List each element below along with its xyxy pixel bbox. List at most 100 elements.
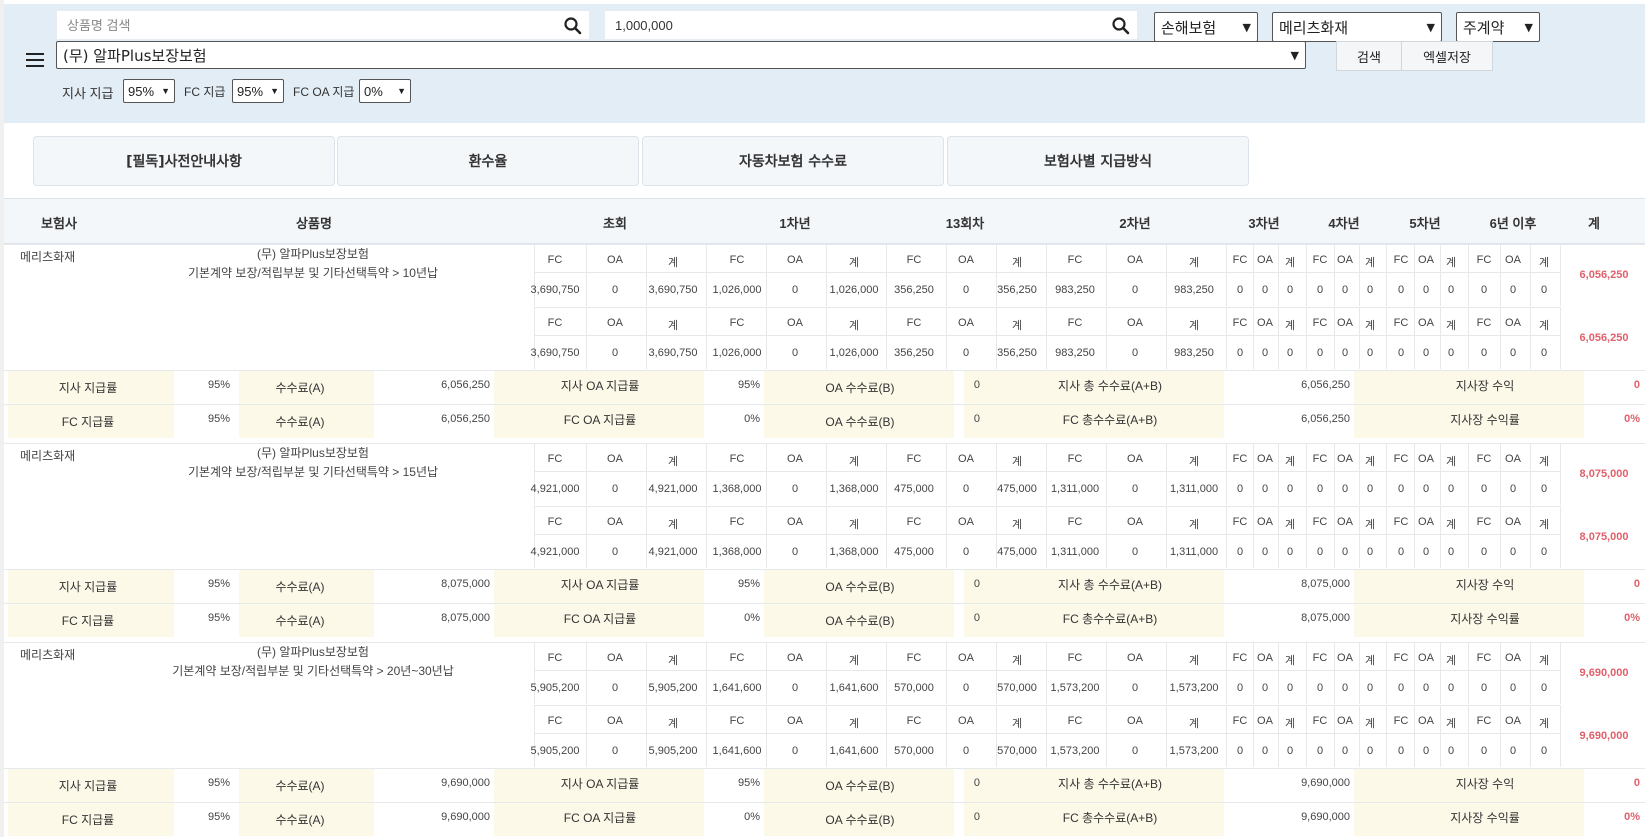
sub-header-sum: 계 bbox=[1011, 655, 1023, 667]
branch-pay-label: 지사 지급 bbox=[62, 86, 114, 101]
fc-oa-pay-select[interactable]: 0% ▼ bbox=[359, 79, 411, 103]
summary-rate-label: FC 지급률 bbox=[61, 415, 115, 429]
sub-header-sum: 계 bbox=[848, 718, 860, 730]
sub-header-fc: FC bbox=[1393, 254, 1409, 266]
branch-pay-select[interactable]: 95% ▼ bbox=[123, 79, 175, 103]
col-divider bbox=[1278, 244, 1279, 306]
filter-toolbar: 손해보험 ▼ 메리츠화재 ▼ 주계약 ▼ (무) 알파Plus보장보험 ▼ 검색 엑셀저… bbox=[4, 4, 1645, 123]
sub-header-sum: 계 bbox=[848, 655, 860, 667]
col-divider bbox=[646, 705, 647, 767]
oa-rate-label: FC OA 지급률 bbox=[563, 413, 637, 427]
sub-header-fc: FC bbox=[1476, 516, 1492, 528]
subrow-divider bbox=[534, 670, 1560, 671]
col-divider bbox=[1253, 244, 1254, 306]
col-divider bbox=[1440, 443, 1441, 505]
fc-value: 0 bbox=[1397, 745, 1405, 757]
search-button[interactable]: 검색 bbox=[1336, 41, 1402, 71]
col-divider bbox=[826, 642, 827, 704]
col-divider bbox=[646, 244, 647, 306]
subrow-divider bbox=[534, 307, 1560, 308]
product-select-value: (무) 알파Plus보장보험 bbox=[63, 46, 207, 65]
fc-pay-select[interactable]: 95% ▼ bbox=[232, 79, 284, 103]
col-divider bbox=[996, 443, 997, 505]
col-divider bbox=[1166, 705, 1167, 767]
manager-income-label: 지사장 수익률 bbox=[1450, 612, 1520, 626]
sub-header-sum: 계 bbox=[1188, 320, 1200, 332]
fc-value: 1,368,000 bbox=[712, 546, 762, 558]
category-select[interactable]: 손해보험 ▼ bbox=[1154, 12, 1258, 42]
col-divider bbox=[1359, 244, 1360, 306]
search-icon[interactable] bbox=[1111, 16, 1131, 36]
oa-value: 0 bbox=[1422, 682, 1430, 694]
fc-value: 1,026,000 bbox=[712, 347, 762, 359]
sub-header-fc: FC bbox=[1476, 715, 1492, 727]
fc-value: 475,000 bbox=[894, 546, 934, 558]
oa-value: 0 bbox=[1422, 284, 1430, 296]
sub-header-oa: OA bbox=[787, 317, 803, 329]
product-search-input[interactable] bbox=[57, 11, 589, 39]
oa-fee-label: OA 수수료(B) bbox=[825, 415, 895, 429]
sub-header-oa: OA bbox=[1337, 254, 1353, 266]
sub-header-sum: 계 bbox=[1445, 320, 1457, 332]
fc-value: 356,250 bbox=[894, 284, 934, 296]
col-r13: 13회차 bbox=[945, 216, 985, 231]
sub-header-sum: 계 bbox=[1011, 257, 1023, 269]
col-divider bbox=[534, 244, 535, 306]
search-icon[interactable] bbox=[563, 16, 583, 36]
fee-a-label: 수수료(A) bbox=[275, 415, 325, 429]
sub-header-sum: 계 bbox=[1364, 320, 1376, 332]
chevron-down-icon: ▼ bbox=[1290, 48, 1299, 62]
product-select[interactable]: (무) 알파Plus보장보험 ▼ bbox=[56, 41, 1306, 69]
fc-value: 4,921,000 bbox=[530, 483, 580, 495]
menu-icon[interactable] bbox=[26, 53, 44, 69]
fc-value: 3,690,750 bbox=[530, 284, 580, 296]
sum-value: 0 bbox=[1366, 745, 1374, 757]
oa-rate-label: FC OA 지급률 bbox=[563, 811, 637, 825]
sum-value: 0 bbox=[1447, 347, 1455, 359]
col-divider bbox=[1278, 307, 1279, 369]
sub-header-oa: OA bbox=[1257, 453, 1273, 465]
col-divider bbox=[1414, 506, 1415, 568]
sub-header-fc: FC bbox=[1393, 516, 1409, 528]
col-divider bbox=[1253, 307, 1254, 369]
sub-header-sum: 계 bbox=[1284, 456, 1296, 468]
contract-select[interactable]: 주계약 ▼ bbox=[1456, 12, 1540, 42]
tab-notice[interactable]: [필독]사전안내사항 bbox=[33, 136, 335, 186]
col-divider bbox=[1500, 307, 1501, 369]
oa-value: 0 bbox=[1509, 483, 1517, 495]
tab-auto-insurance-fee[interactable]: 자동차보험 수수료 bbox=[642, 136, 944, 186]
fc-value: 0 bbox=[1397, 682, 1405, 694]
sum-value: 1,311,000 bbox=[1169, 546, 1219, 558]
sub-header-oa: OA bbox=[1418, 453, 1434, 465]
total-fee-value: 9,690,000 bbox=[1301, 777, 1350, 789]
branch-pay-value: 95% bbox=[128, 83, 155, 99]
sub-header-oa: OA bbox=[1257, 652, 1273, 664]
oa-rate-value: 95% bbox=[737, 777, 760, 789]
tab-payment-method[interactable]: 보험사별 지급방식 bbox=[947, 136, 1249, 186]
oa-value: 0 bbox=[962, 546, 970, 558]
sub-header-oa: OA bbox=[1337, 652, 1353, 664]
amount-input[interactable] bbox=[605, 11, 1137, 39]
subrow-divider bbox=[534, 733, 1560, 734]
col-year2: 2차년 bbox=[1119, 216, 1151, 231]
sub-header-fc: FC bbox=[906, 715, 922, 727]
summary-rate-value: 95% bbox=[207, 413, 230, 425]
subrow-divider bbox=[534, 471, 1560, 472]
col-divider bbox=[534, 443, 535, 505]
oa-value: 0 bbox=[1131, 546, 1139, 558]
company-select[interactable]: 메리츠화재 ▼ bbox=[1272, 12, 1442, 42]
sum-value: 356,250 bbox=[997, 347, 1037, 359]
sum-value: 983,250 bbox=[1174, 347, 1214, 359]
fc-value: 0 bbox=[1480, 284, 1488, 296]
col-divider bbox=[1414, 307, 1415, 369]
sub-header-sum: 계 bbox=[667, 456, 679, 468]
col-divider bbox=[1359, 307, 1360, 369]
excel-save-button[interactable]: 엑셀저장 bbox=[1401, 41, 1493, 71]
col-divider bbox=[886, 642, 887, 704]
tab-recovery-rate[interactable]: 환수율 bbox=[337, 136, 639, 186]
sub-header-oa: OA bbox=[1505, 715, 1521, 727]
sum-value: 0 bbox=[1540, 682, 1548, 694]
fee-a-value: 8,075,000 bbox=[441, 612, 490, 624]
subrow-divider bbox=[534, 506, 1560, 507]
col-divider bbox=[1046, 443, 1047, 505]
